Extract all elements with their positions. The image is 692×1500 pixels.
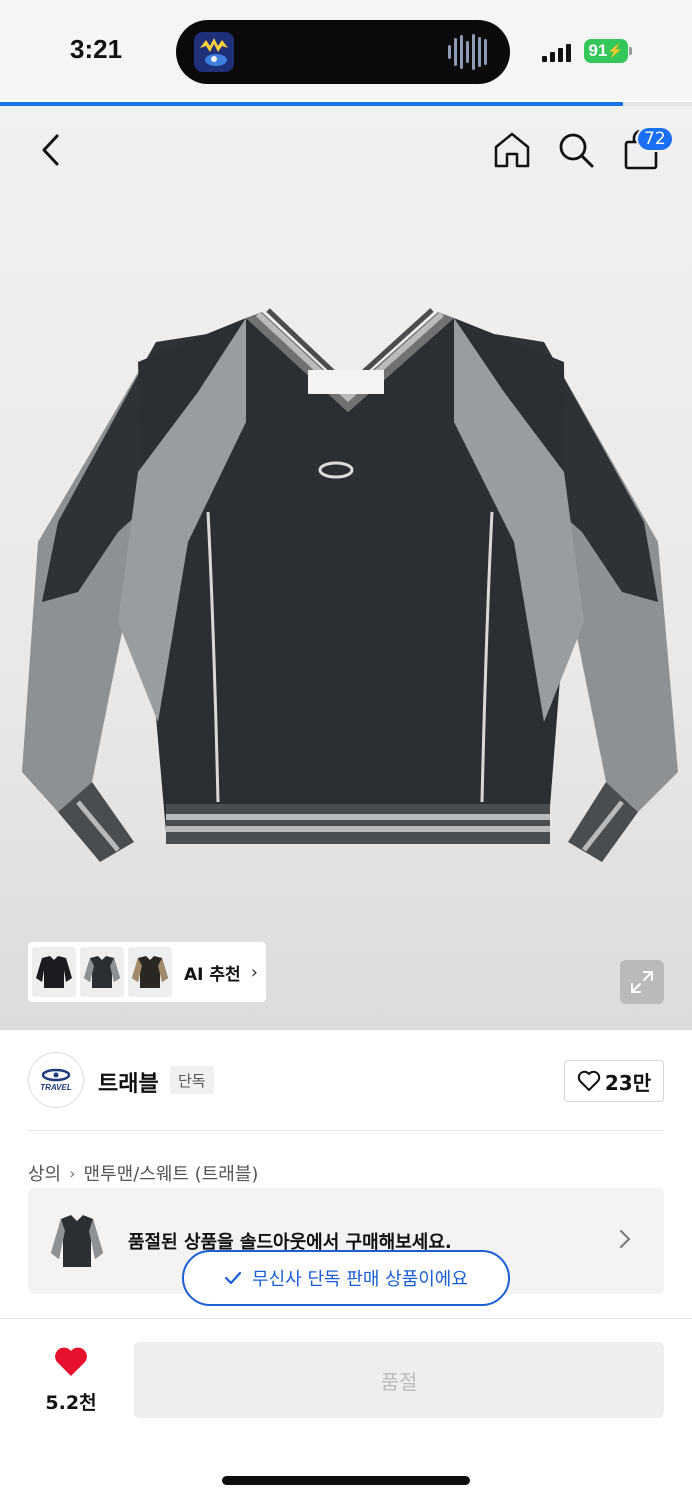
bottom-bar-divider	[0, 1318, 692, 1319]
check-icon	[224, 1271, 242, 1285]
heart-filled-icon	[55, 1347, 87, 1376]
brand-like-count: 23만	[604, 1070, 652, 1095]
search-button[interactable]	[554, 128, 598, 172]
cellular-signal-icon	[542, 42, 571, 62]
sweatshirt-thumbnail	[36, 956, 72, 988]
audio-waveform-icon	[448, 34, 488, 70]
search-icon	[559, 133, 594, 168]
sweatshirt-thumbnail	[84, 956, 120, 988]
ai-recommend-label[interactable]: AI 추천	[184, 960, 241, 985]
exclusive-sale-text: 무신사 단독 판매 상품이에요	[252, 1269, 468, 1290]
thumbnail-strip[interactable]: AI 추천 ›	[28, 942, 266, 1002]
thumbnail-1[interactable]	[32, 947, 76, 997]
brand-row: TRAVEL 트래블 단독 23만	[0, 1030, 692, 1130]
status-bar: 3:21 91 ⚡	[0, 0, 692, 100]
divider	[28, 1130, 664, 1131]
breadcrumb-item[interactable]: 맨투맨/스웨트 (트래블)	[84, 1160, 259, 1186]
battery-nub	[629, 47, 632, 55]
home-icon	[494, 132, 530, 168]
chevron-right-icon: ›	[69, 1163, 76, 1183]
thumbnail-2[interactable]	[80, 947, 124, 997]
chevron-right-icon: ›	[250, 961, 258, 983]
home-indicator[interactable]	[222, 1476, 470, 1485]
sweatshirt-thumbnail	[132, 956, 168, 988]
svg-text:TRAVEL: TRAVEL	[40, 1083, 72, 1092]
exclusive-sale-badge: 무신사 단독 판매 상품이에요	[182, 1250, 510, 1306]
breadcrumb: 상의 › 맨투맨/스웨트 (트래블)	[28, 1160, 258, 1186]
chevron-right-icon	[618, 1228, 632, 1254]
expand-icon	[631, 971, 653, 993]
now-playing-app-icon	[194, 32, 234, 72]
brand-logo[interactable]: TRAVEL	[28, 1052, 84, 1108]
status-time: 3:21	[70, 34, 123, 64]
product-gallery[interactable]: 72 AI 추천 ›	[0, 106, 692, 1030]
battery-icon: 91 ⚡	[584, 39, 628, 63]
purchase-button[interactable]: 품절	[134, 1342, 664, 1418]
back-button[interactable]	[30, 128, 70, 172]
dynamic-island	[176, 20, 510, 84]
product-image	[22, 308, 678, 862]
breadcrumb-item[interactable]: 상의	[28, 1160, 61, 1186]
home-button[interactable]	[490, 128, 534, 172]
exclusive-tag: 단독	[170, 1066, 214, 1094]
soldout-product-thumbnail	[48, 1206, 106, 1276]
wishlist-button[interactable]: 5.2천	[38, 1346, 104, 1415]
brand-like-button[interactable]: 23만	[564, 1060, 664, 1102]
wishlist-count: 5.2천	[45, 1392, 97, 1414]
battery-level: 91	[588, 41, 608, 60]
cart-count-badge: 72	[636, 126, 674, 152]
heart-outline-icon	[577, 1070, 601, 1091]
thumbnail-3[interactable]	[128, 947, 172, 997]
expand-button[interactable]	[620, 960, 664, 1004]
brand-name[interactable]: 트래블	[98, 1066, 159, 1098]
chevron-left-icon	[42, 134, 59, 166]
